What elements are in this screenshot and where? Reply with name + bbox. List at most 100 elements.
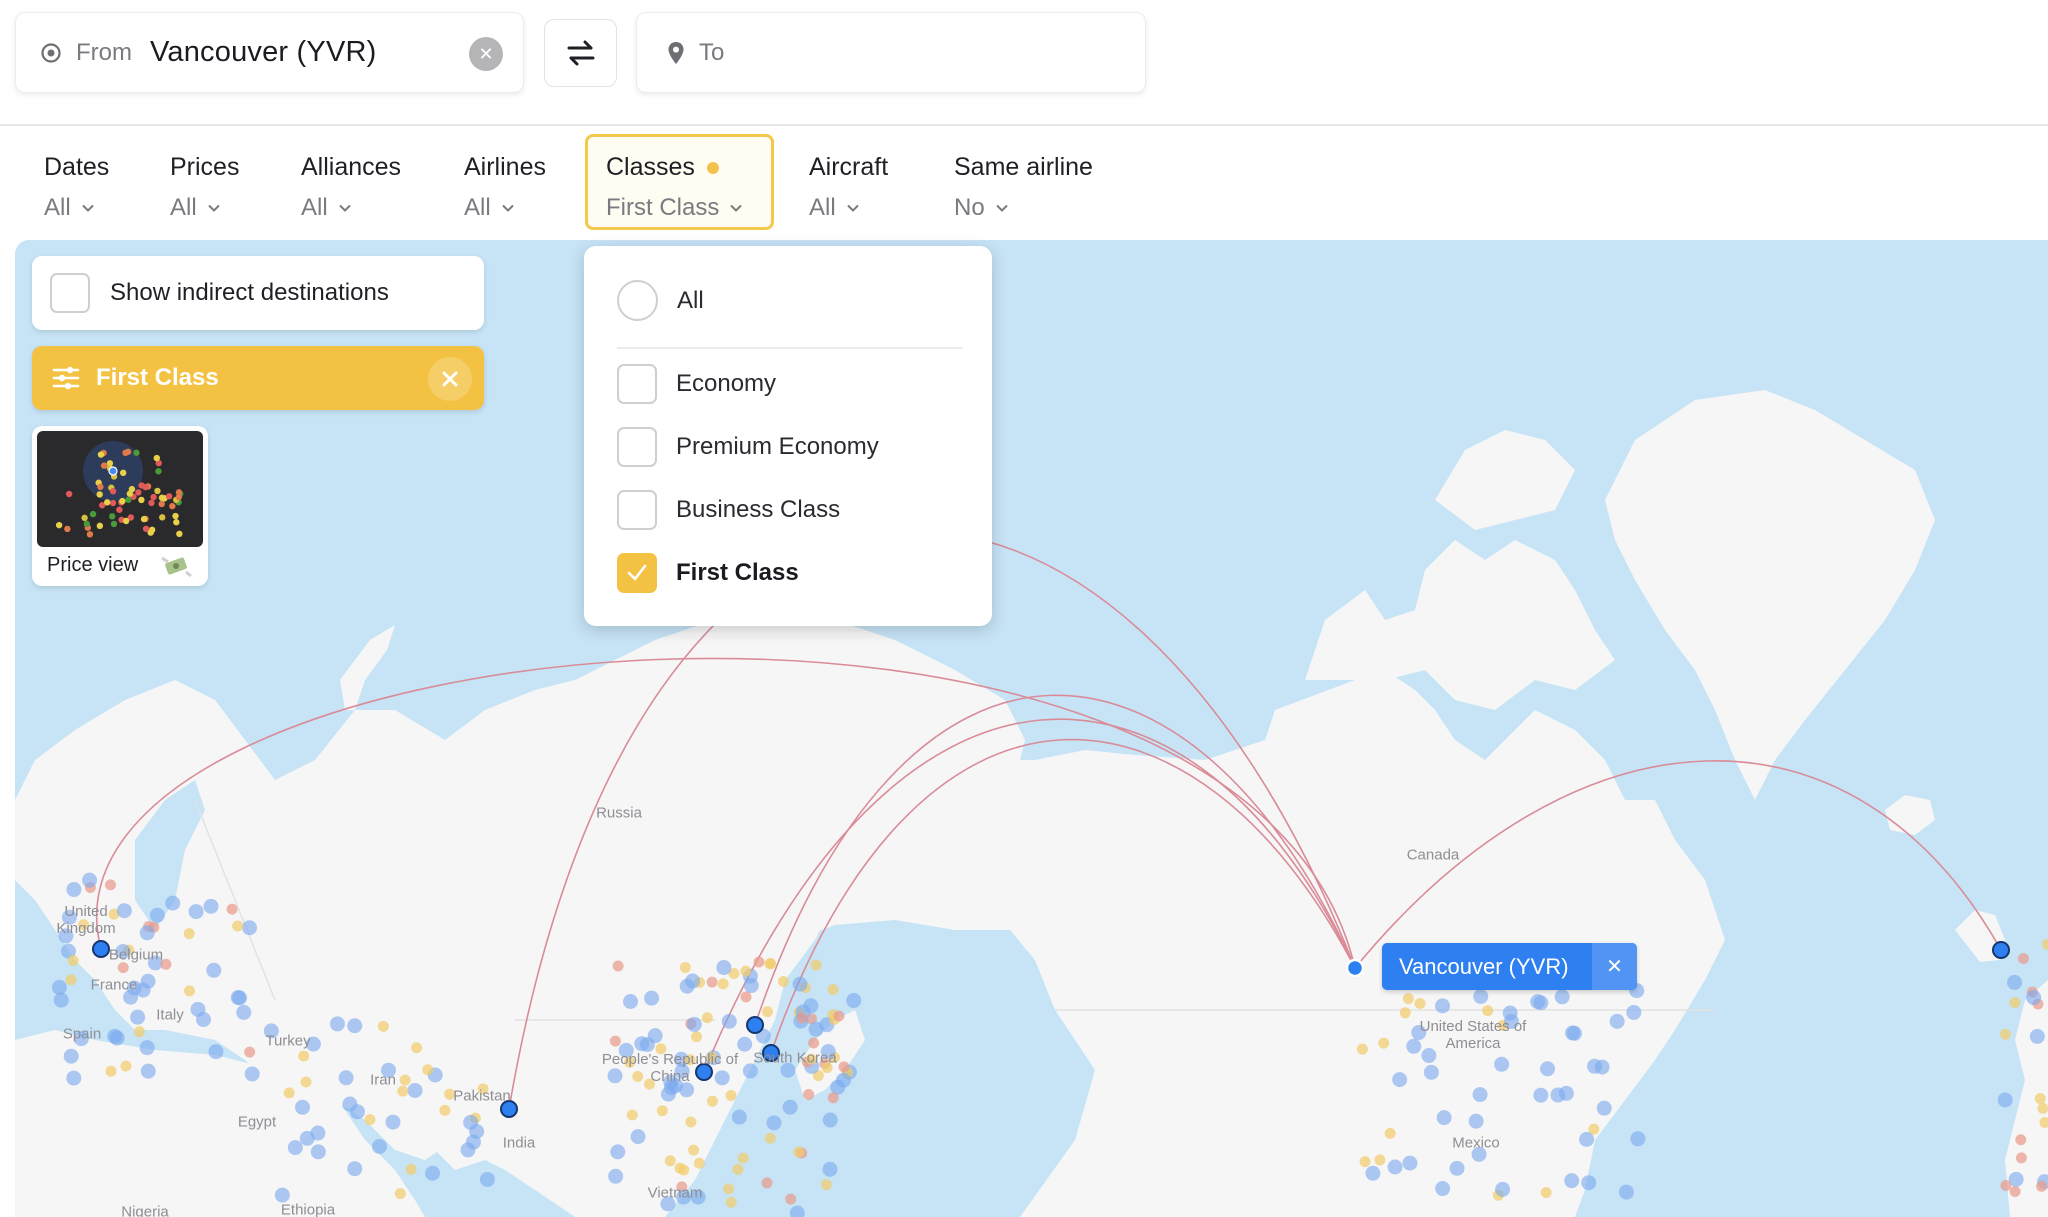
airport-dot bbox=[838, 1061, 850, 1073]
country-label-belgium: Belgium bbox=[108, 946, 164, 964]
airport-dot bbox=[1550, 1087, 1566, 1103]
checkbox-checked[interactable] bbox=[617, 553, 657, 593]
airport-dot bbox=[236, 1004, 252, 1020]
remove-filter-button[interactable] bbox=[428, 357, 472, 401]
filter-aircraft[interactable]: Aircraft All bbox=[809, 134, 888, 230]
airport-dot bbox=[688, 1144, 700, 1156]
airport-dot bbox=[725, 1196, 737, 1208]
filter-title: Prices bbox=[170, 153, 240, 181]
airport-dot bbox=[139, 1040, 155, 1056]
destination-marker-london-west[interactable] bbox=[92, 940, 110, 958]
filter-prices[interactable]: Prices All bbox=[170, 134, 239, 230]
class-option-first[interactable]: First Class bbox=[617, 553, 799, 593]
airport-dot bbox=[109, 1030, 125, 1046]
airport-dot bbox=[338, 1070, 354, 1086]
classes-dropdown: All Economy Premium Economy Business Cla… bbox=[584, 246, 992, 626]
airport-dot bbox=[422, 1064, 434, 1076]
price-dot bbox=[119, 497, 126, 505]
price-dot bbox=[169, 502, 176, 510]
airport-dot bbox=[371, 1139, 387, 1155]
from-value[interactable]: Vancouver (YVR) bbox=[150, 36, 377, 69]
airport-dot bbox=[105, 1065, 117, 1077]
airport-dot bbox=[397, 1085, 409, 1097]
price-dot bbox=[140, 515, 148, 523]
class-option-business[interactable]: Business Class bbox=[617, 490, 840, 530]
airport-dot bbox=[140, 1063, 156, 1079]
airport-dot bbox=[479, 1171, 495, 1187]
airport-dot bbox=[1365, 1165, 1381, 1181]
airport-dot bbox=[782, 1099, 798, 1115]
to-input[interactable]: To bbox=[699, 39, 724, 67]
airport-dot bbox=[364, 1114, 376, 1126]
price-dot bbox=[138, 482, 145, 489]
airport-dot bbox=[706, 976, 718, 988]
airport-dot bbox=[2037, 1102, 2048, 1114]
airport-dot bbox=[195, 1012, 211, 1028]
airport-dot bbox=[1530, 994, 1546, 1010]
checkbox[interactable] bbox=[617, 364, 657, 404]
airport-dot bbox=[394, 1188, 406, 1200]
remove-origin-button[interactable]: ✕ bbox=[1592, 943, 1637, 990]
map-pin-icon bbox=[665, 41, 687, 64]
airport-dot bbox=[846, 993, 862, 1009]
checkbox[interactable] bbox=[617, 427, 657, 467]
airport-dot bbox=[835, 1072, 851, 1088]
filter-classes[interactable]: Classes First Class bbox=[585, 134, 774, 230]
chip-label: First Class bbox=[96, 364, 219, 391]
filter-dates[interactable]: Dates All bbox=[44, 134, 109, 230]
price-origin-dot bbox=[108, 466, 118, 476]
origin-marker[interactable] bbox=[1345, 958, 1365, 978]
airport-dot bbox=[1472, 1087, 1488, 1103]
airport-dot bbox=[723, 1183, 735, 1195]
airport-dot bbox=[1540, 1186, 1552, 1198]
price-dot bbox=[125, 496, 132, 503]
price-dot bbox=[165, 493, 173, 500]
filter-alliances[interactable]: Alliances All bbox=[301, 134, 401, 230]
price-dot bbox=[97, 451, 105, 458]
indirect-checkbox[interactable] bbox=[50, 273, 90, 313]
class-option-premium-economy[interactable]: Premium Economy bbox=[617, 427, 879, 467]
airport-dot bbox=[2009, 1186, 2021, 1198]
close-icon bbox=[442, 371, 458, 387]
to-field[interactable]: To bbox=[636, 12, 1146, 93]
airport-dot bbox=[232, 920, 244, 932]
chevron-down-icon bbox=[81, 204, 94, 212]
checkbox[interactable] bbox=[617, 490, 657, 530]
chevron-down-icon bbox=[846, 204, 859, 212]
airport-dot bbox=[1997, 1092, 2013, 1108]
airport-dot bbox=[283, 1087, 295, 1099]
airport-dot bbox=[405, 1163, 417, 1175]
show-indirect-toggle[interactable]: Show indirect destinations bbox=[32, 256, 484, 330]
airport-dot bbox=[644, 990, 660, 1006]
airport-dot bbox=[1609, 1013, 1625, 1029]
active-filter-chip[interactable]: First Class bbox=[32, 346, 484, 410]
airport-dot bbox=[725, 1089, 737, 1101]
filter-same-airline[interactable]: Same airline No bbox=[954, 134, 1093, 230]
price-dot bbox=[135, 489, 142, 496]
price-view-button[interactable]: Price view bbox=[32, 426, 208, 586]
destination-marker-beijing[interactable] bbox=[746, 1016, 764, 1034]
airport-dot bbox=[183, 985, 195, 997]
airport-dot bbox=[789, 1205, 805, 1217]
class-option-all[interactable]: All bbox=[617, 280, 704, 321]
airport-dot bbox=[183, 928, 195, 940]
country-label-mexico: Mexico bbox=[1452, 1134, 1500, 1152]
radio-button[interactable] bbox=[617, 280, 658, 321]
price-view-label: Price view bbox=[47, 554, 139, 576]
airport-dot bbox=[732, 1163, 744, 1175]
price-dot bbox=[103, 499, 111, 506]
price-dot bbox=[106, 460, 114, 467]
destination-marker-london-east[interactable] bbox=[1992, 941, 2010, 959]
class-option-economy[interactable]: Economy bbox=[617, 364, 776, 404]
origin-airport-tag[interactable]: Vancouver (YVR) ✕ bbox=[1382, 943, 1637, 990]
airport-dot bbox=[740, 965, 752, 977]
airport-dot bbox=[827, 1092, 839, 1104]
airport-dot bbox=[731, 1109, 747, 1125]
filter-airlines[interactable]: Airlines All bbox=[464, 134, 546, 230]
clear-from-button[interactable]: ✕ bbox=[469, 37, 503, 71]
airport-dot bbox=[1449, 1160, 1465, 1176]
swap-button[interactable] bbox=[544, 19, 617, 87]
airport-dot bbox=[349, 1104, 365, 1120]
airport-dot bbox=[626, 1109, 638, 1121]
from-field[interactable]: From Vancouver (YVR) ✕ bbox=[15, 12, 524, 93]
